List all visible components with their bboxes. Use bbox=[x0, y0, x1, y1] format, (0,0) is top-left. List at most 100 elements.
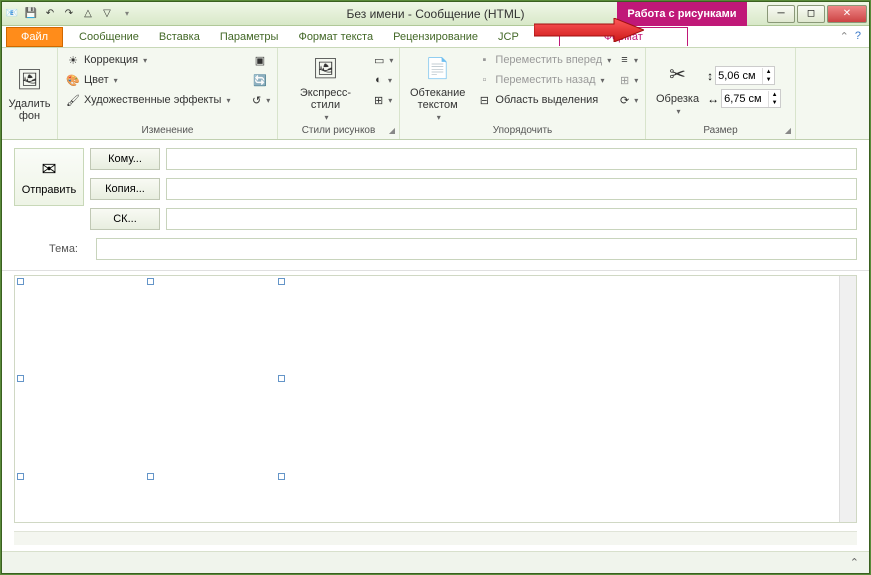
compose-header: ✉ Отправить Кому... Копия... СК... Тема: bbox=[2, 140, 869, 271]
crop-icon: ✂ bbox=[662, 59, 694, 91]
cc-button[interactable]: Копия... bbox=[90, 178, 160, 200]
window-controls: ─ ◻ ✕ bbox=[767, 5, 867, 23]
picture-border-button[interactable]: ▭ bbox=[371, 50, 395, 70]
resize-handle-bl[interactable] bbox=[17, 473, 24, 480]
group-button: ⊞ bbox=[617, 70, 641, 90]
to-button[interactable]: Кому... bbox=[90, 148, 160, 170]
crop-button[interactable]: ✂ Обрезка bbox=[650, 50, 705, 124]
send-backward-icon: ▫ bbox=[476, 72, 492, 88]
collapse-ribbon-icon[interactable]: ⌃ bbox=[840, 30, 849, 43]
picture-layout-button[interactable]: ⊞ bbox=[371, 90, 395, 110]
size-launcher-icon[interactable]: ◢ bbox=[785, 126, 791, 135]
tab-format[interactable]: Формат bbox=[559, 27, 688, 46]
tab-jcp[interactable]: JCP bbox=[488, 28, 529, 46]
resize-handle-tl[interactable] bbox=[17, 278, 24, 285]
next-icon[interactable]: ▽ bbox=[99, 6, 115, 22]
expand-icon[interactable]: ⌃ bbox=[850, 556, 859, 569]
height-icon: ↕ bbox=[707, 69, 713, 83]
express-styles-icon: 🖼 bbox=[310, 53, 342, 85]
maximize-button[interactable]: ◻ bbox=[797, 5, 825, 23]
picture-effects-button[interactable]: ◐ bbox=[371, 70, 395, 90]
app-window: 📧 💾 ↶ ↷ △ ▽ Без имени - Сообщение (HTML)… bbox=[1, 1, 870, 574]
attachment-bar bbox=[14, 531, 857, 545]
window-title: Без имени - Сообщение (HTML) bbox=[346, 7, 524, 21]
width-input[interactable]: ▲▼ bbox=[721, 89, 781, 108]
resize-handle-ml[interactable] bbox=[17, 375, 24, 382]
reset-picture-button[interactable]: ↺ bbox=[249, 90, 273, 110]
group-size-label: Размер bbox=[703, 125, 737, 136]
prev-icon[interactable]: △ bbox=[80, 6, 96, 22]
envelope-icon: ✉ bbox=[41, 159, 56, 180]
resize-handle-tm[interactable] bbox=[147, 278, 154, 285]
tab-insert[interactable]: Вставка bbox=[149, 28, 210, 46]
send-button[interactable]: ✉ Отправить bbox=[14, 148, 84, 206]
app-icon: 📧 bbox=[4, 6, 20, 22]
wrap-text-button[interactable]: 📄 Обтекание текстом bbox=[404, 50, 471, 124]
resize-handle-tr[interactable] bbox=[278, 278, 285, 285]
scrollbar[interactable] bbox=[839, 276, 856, 522]
help-icon[interactable]: ? bbox=[855, 30, 861, 43]
compress-icon: ▣ bbox=[252, 52, 268, 68]
tab-message[interactable]: Сообщение bbox=[69, 28, 149, 46]
tab-review[interactable]: Рецензирование bbox=[383, 28, 488, 46]
resize-handle-bm[interactable] bbox=[147, 473, 154, 480]
layout-icon: ⊞ bbox=[374, 92, 383, 108]
resize-handle-mr[interactable] bbox=[278, 375, 285, 382]
bcc-button[interactable]: СК... bbox=[90, 208, 160, 230]
resize-handle-br[interactable] bbox=[278, 473, 285, 480]
effects-icon: ◐ bbox=[374, 72, 383, 88]
height-input[interactable]: ▲▼ bbox=[715, 66, 775, 85]
remove-bg-icon: 🖼 bbox=[14, 64, 46, 96]
message-body[interactable] bbox=[14, 275, 857, 523]
group-icon: ⊞ bbox=[620, 72, 629, 88]
reset-icon: ↺ bbox=[252, 92, 261, 108]
compress-pictures-button[interactable]: ▣ bbox=[249, 50, 273, 70]
tab-file[interactable]: Файл bbox=[6, 27, 63, 47]
align-icon: ≡ bbox=[620, 52, 629, 68]
titlebar: 📧 💾 ↶ ↷ △ ▽ Без имени - Сообщение (HTML)… bbox=[2, 2, 869, 26]
save-icon[interactable]: 💾 bbox=[23, 6, 39, 22]
to-input[interactable] bbox=[166, 148, 857, 170]
artistic-effects-button[interactable]: 🖌Художественные эффекты bbox=[62, 90, 247, 110]
bcc-input[interactable] bbox=[166, 208, 857, 230]
align-button[interactable]: ≡ bbox=[617, 50, 641, 70]
selection-pane-icon: ⊟ bbox=[476, 92, 492, 108]
quick-access-toolbar: 📧 💾 ↶ ↷ △ ▽ bbox=[4, 6, 134, 22]
bring-forward-button: ▪Переместить вперед bbox=[473, 50, 615, 70]
close-button[interactable]: ✕ bbox=[827, 5, 867, 23]
minimize-button[interactable]: ─ bbox=[767, 5, 795, 23]
subject-label: Тема: bbox=[14, 243, 84, 255]
send-backward-button: ▫Переместить назад bbox=[473, 70, 615, 90]
undo-icon[interactable]: ↶ bbox=[42, 6, 58, 22]
selected-image[interactable] bbox=[21, 282, 281, 476]
bring-forward-icon: ▪ bbox=[476, 52, 492, 68]
brush-icon: 🖌 bbox=[65, 92, 81, 108]
picture-styles-button[interactable]: 🖼 Экспресс-стили bbox=[282, 50, 369, 124]
rotate-icon: ⟳ bbox=[620, 92, 629, 108]
width-icon: ↔ bbox=[707, 92, 719, 106]
color-button[interactable]: 🎨Цвет bbox=[62, 70, 247, 90]
tab-options[interactable]: Параметры bbox=[210, 28, 289, 46]
redo-icon[interactable]: ↷ bbox=[61, 6, 77, 22]
corrections-button[interactable]: ☀Коррекция bbox=[62, 50, 247, 70]
rotate-button[interactable]: ⟳ bbox=[617, 90, 641, 110]
palette-icon: 🎨 bbox=[65, 72, 81, 88]
status-bar: ⌃ bbox=[2, 551, 869, 573]
ribbon: 🖼 Удалить фон ☀Коррекция 🎨Цвет 🖌Художест… bbox=[2, 48, 869, 140]
cc-input[interactable] bbox=[166, 178, 857, 200]
selection-pane-button[interactable]: ⊟Область выделения bbox=[473, 90, 615, 110]
sun-icon: ☀ bbox=[65, 52, 81, 68]
styles-launcher-icon[interactable]: ◢ bbox=[389, 126, 395, 135]
ribbon-tabs: Файл Сообщение Вставка Параметры Формат … bbox=[2, 26, 869, 48]
remove-background-button[interactable]: 🖼 Удалить фон bbox=[6, 50, 53, 135]
border-icon: ▭ bbox=[374, 52, 384, 68]
subject-input[interactable] bbox=[96, 238, 857, 260]
tab-format-text[interactable]: Формат текста bbox=[288, 28, 383, 46]
change-picture-button[interactable]: 🔄 bbox=[249, 70, 273, 90]
context-tab-group: Работа с рисунками bbox=[617, 2, 747, 26]
qat-customize-icon[interactable] bbox=[118, 6, 134, 22]
group-styles-label: Стили рисунков bbox=[302, 125, 376, 136]
group-arrange-label: Упорядочить bbox=[493, 125, 553, 136]
wrap-text-icon: 📄 bbox=[422, 53, 454, 85]
change-pic-icon: 🔄 bbox=[252, 72, 268, 88]
